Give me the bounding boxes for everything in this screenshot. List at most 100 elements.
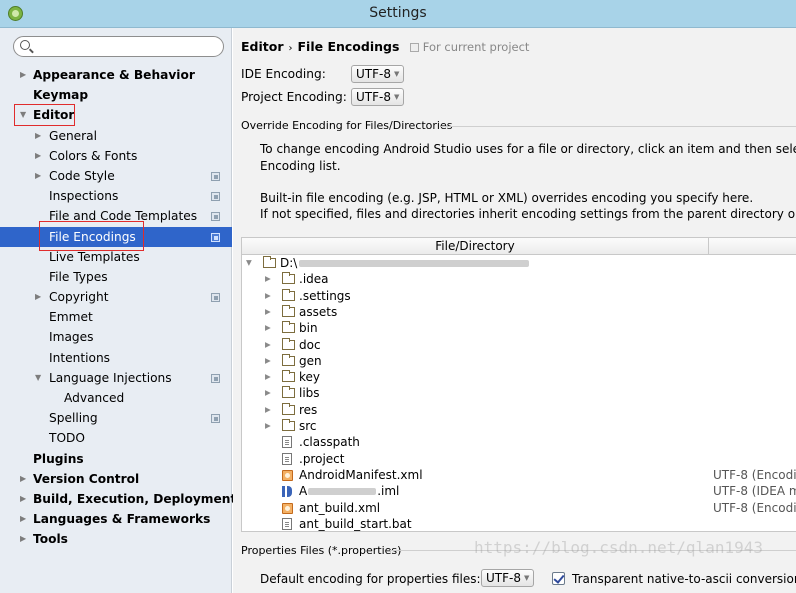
sidebar-item-general[interactable]: ▶ General	[0, 126, 232, 146]
table-row[interactable]: ▶ src	[242, 418, 796, 434]
table-row[interactable]: ▶ assets	[242, 304, 796, 320]
table-row-root[interactable]: ▼ D:\	[242, 255, 796, 271]
expand-icon[interactable]: ▶	[265, 369, 271, 385]
sidebar-item-spelling[interactable]: Spelling	[0, 408, 232, 428]
sidebar-item-advanced[interactable]: Advanced	[0, 388, 232, 408]
sidebar-item-appearance-behavior[interactable]: ▶ Appearance & Behavior	[0, 65, 232, 85]
expand-icon[interactable]: ▶	[265, 320, 271, 336]
sidebar-item-inspections[interactable]: Inspections	[0, 186, 232, 206]
collapse-icon[interactable]: ▼	[246, 255, 252, 271]
sidebar-item-language-injections[interactable]: ▼ Language Injections	[0, 368, 232, 388]
sidebar-item-editor[interactable]: ▼ Editor	[0, 105, 232, 125]
sidebar-item-copyright[interactable]: ▶ Copyright	[0, 287, 232, 307]
collapsed-arrow-icon[interactable]: ▶	[35, 146, 41, 166]
table-row[interactable]: .classpath	[242, 434, 796, 450]
chevron-down-icon: ▼	[523, 574, 530, 582]
expand-icon[interactable]: ▶	[265, 288, 271, 304]
sidebar-item-images[interactable]: Images	[0, 327, 232, 347]
sidebar-item-colors-fonts[interactable]: ▶ Colors & Fonts	[0, 146, 232, 166]
sidebar-item-keymap[interactable]: Keymap	[0, 85, 232, 105]
sidebar-item-live-templates[interactable]: Live Templates	[0, 247, 232, 267]
table-row[interactable]: ▶ .idea	[242, 271, 796, 287]
collapsed-arrow-icon[interactable]: ▶	[35, 126, 41, 146]
folder-icon	[263, 256, 276, 268]
file-encoding-value[interactable]: UTF-8 (IDEA mo	[713, 483, 796, 499]
collapsed-arrow-icon[interactable]: ▶	[20, 469, 26, 489]
sidebar-item-label: TODO	[49, 431, 86, 446]
project-encoding-select[interactable]: UTF-8 ▼	[351, 88, 405, 106]
collapsed-arrow-icon[interactable]: ▶	[20, 529, 26, 549]
override-description-2: Encoding list.	[260, 159, 341, 173]
sidebar-item-file-types[interactable]: File Types	[0, 267, 232, 287]
search-input[interactable]	[36, 38, 216, 55]
transparent-conversion-checkbox[interactable]	[552, 572, 565, 585]
table-row[interactable]: ▶ doc	[242, 337, 796, 353]
sidebar-item-tools[interactable]: ▶ Tools	[0, 529, 232, 549]
project-scope-icon	[211, 414, 220, 424]
xml-file-icon	[282, 469, 293, 481]
file-extension: .iml	[377, 484, 400, 499]
sidebar-item-languages-frameworks[interactable]: ▶ Languages & Frameworks	[0, 509, 232, 529]
expand-icon[interactable]: ▶	[265, 304, 271, 320]
sidebar-item-plugins[interactable]: Plugins	[0, 449, 232, 469]
collapsed-arrow-icon[interactable]: ▶	[35, 287, 41, 307]
table-row[interactable]: ▶ libs	[242, 385, 796, 401]
table-row[interactable]: AndroidManifest.xml UTF-8 (Encodin	[242, 467, 796, 483]
ide-encoding-select[interactable]: UTF-8 ▼	[351, 65, 405, 83]
file-name: ant_build_start.bat	[299, 516, 412, 531]
expanded-arrow-icon[interactable]: ▼	[35, 368, 41, 388]
expand-icon[interactable]: ▶	[265, 337, 271, 353]
table-row[interactable]: ▶ bin	[242, 320, 796, 336]
table-row[interactable]: ▶ res	[242, 402, 796, 418]
properties-default-label: Default encoding for properties files:	[260, 572, 481, 586]
title-bar: Settings	[0, 0, 796, 28]
collapsed-arrow-icon[interactable]: ▶	[20, 489, 26, 509]
sidebar-item-todo[interactable]: TODO	[0, 428, 232, 448]
sidebar-item-build-execution-deployment[interactable]: ▶ Build, Execution, Deployment	[0, 489, 236, 509]
file-name: ant_build.xml	[299, 500, 381, 515]
table-row[interactable]: .project	[242, 451, 796, 467]
table-row[interactable]: ▶ key	[242, 369, 796, 385]
sidebar-item-label: File Encodings	[49, 229, 136, 244]
expand-icon[interactable]: ▶	[265, 418, 271, 434]
sidebar-item-label: Editor	[33, 108, 75, 123]
file-icon	[282, 517, 292, 530]
file-name: libs	[299, 386, 320, 401]
file-encoding-value[interactable]: UTF-8 (Encodin	[713, 500, 796, 516]
collapsed-arrow-icon[interactable]: ▶	[35, 166, 41, 186]
file-encoding-table[interactable]: File/Directory D ▼ D:\ ▶.idea▶.settings▶…	[241, 237, 796, 532]
project-encoding-label: Project Encoding:	[241, 90, 347, 104]
table-row[interactable]: ant_build.xml UTF-8 (Encodin	[242, 500, 796, 516]
sidebar-item-intentions[interactable]: Intentions	[0, 348, 232, 368]
table-row[interactable]: A .iml UTF-8 (IDEA mo	[242, 483, 796, 499]
sidebar-item-file-encodings[interactable]: File Encodings	[0, 226, 232, 247]
sidebar-item-label: Tools	[33, 532, 68, 547]
sidebar-item-file-and-code-templates[interactable]: File and Code Templates	[0, 206, 232, 226]
transparent-conversion-label[interactable]: Transparent native-to-ascii conversion	[572, 569, 796, 589]
table-row[interactable]: ▶ .settings	[242, 288, 796, 304]
sidebar-item-version-control[interactable]: ▶ Version Control	[0, 469, 232, 489]
sidebar-item-label: Images	[49, 330, 94, 345]
table-row[interactable]: ant_build_start.bat	[242, 516, 796, 532]
properties-encoding-select[interactable]: UTF-8 ▼	[481, 569, 535, 587]
column-default-encoding[interactable]: D	[790, 239, 796, 253]
expand-icon[interactable]: ▶	[265, 385, 271, 401]
expand-icon[interactable]: ▶	[265, 402, 271, 418]
search-box[interactable]	[13, 36, 224, 57]
expand-icon[interactable]: ▶	[265, 353, 271, 369]
sidebar-item-emmet[interactable]: Emmet	[0, 307, 232, 327]
collapsed-arrow-icon[interactable]: ▶	[20, 65, 26, 85]
settings-content: Editor › File Encodings For current projec…	[233, 28, 796, 593]
folder-icon	[282, 386, 295, 399]
expand-icon[interactable]: ▶	[265, 271, 271, 287]
folder-icon	[282, 288, 295, 301]
table-row[interactable]: ▶ gen	[242, 353, 796, 369]
column-file-directory[interactable]: File/Directory	[242, 239, 708, 253]
folder-icon	[282, 272, 295, 285]
file-encoding-value[interactable]: UTF-8 (Encodin	[713, 467, 796, 483]
expanded-arrow-icon[interactable]: ▼	[20, 105, 26, 125]
ide-encoding-row: IDE Encoding:	[241, 64, 326, 84]
sidebar-item-code-style[interactable]: ▶ Code Style	[0, 166, 232, 186]
file-name: A	[299, 484, 308, 499]
collapsed-arrow-icon[interactable]: ▶	[20, 509, 26, 529]
